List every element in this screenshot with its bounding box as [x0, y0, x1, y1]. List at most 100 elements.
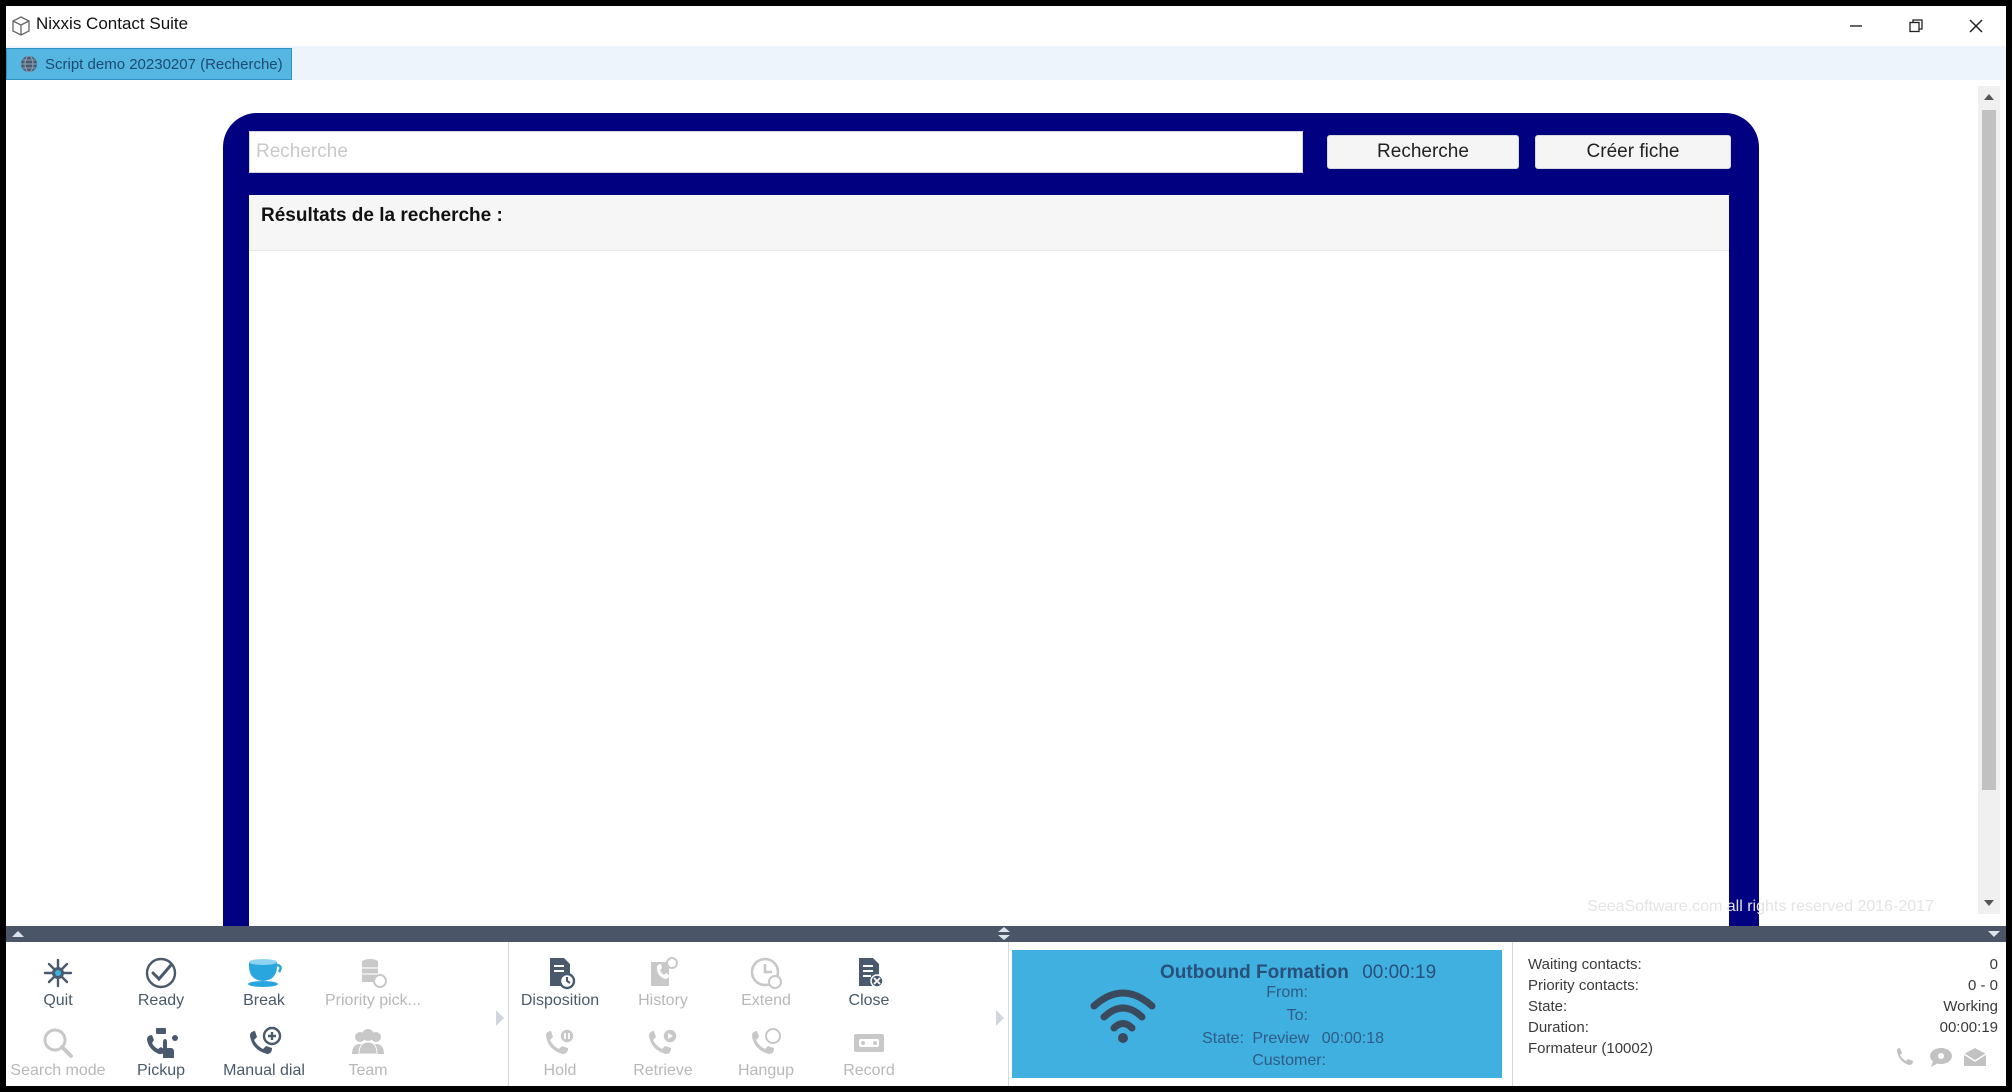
search-panel: Recherche Créer fiche Résultats de la re…	[223, 113, 1759, 943]
app-window: Nixxis Contact Suite Script demo 2023020…	[0, 0, 2012, 1092]
copyright-text: SeeaSoftware.com all rights reserved 201…	[1587, 898, 1934, 915]
manual-dial-icon	[250, 1026, 282, 1054]
close-window-button[interactable]	[1946, 10, 2006, 42]
priority-label: Priority contacts:	[1528, 977, 1639, 994]
agent-name: Formateur (10002)	[1528, 1040, 1654, 1057]
panel-splitter[interactable]	[6, 926, 2006, 942]
coffee-cup-icon	[248, 959, 282, 987]
splitter-down-arrow-icon[interactable]	[1988, 931, 2000, 937]
extend-clock-icon	[750, 957, 782, 989]
manual-dial-button[interactable]: Manual dial	[214, 1026, 314, 1086]
toolbar-separator	[1512, 942, 1513, 1086]
restore-button[interactable]	[1886, 10, 1946, 42]
quit-label: Quit	[43, 992, 73, 1009]
script-content: Recherche Créer fiche Résultats de la re…	[6, 80, 1978, 943]
customer-label: Customer:	[1252, 1052, 1326, 1069]
title-bar: Nixxis Contact Suite	[6, 6, 2006, 46]
pickup-icon	[147, 1028, 178, 1058]
media-icons	[1894, 1046, 1988, 1068]
call-state: State: Preview 00:00:18	[1202, 1030, 1384, 1048]
record-button[interactable]: Record	[819, 1026, 919, 1086]
state-row: State: Working	[1516, 998, 1998, 1019]
campaign-title: Outbound Formation 00:00:19	[1160, 962, 1436, 984]
mail-icon[interactable]	[1962, 1046, 1988, 1068]
hangup-button[interactable]: Hangup	[716, 1026, 816, 1086]
close-contact-button[interactable]: Close	[819, 956, 919, 1020]
break-button[interactable]: Break	[214, 956, 314, 1020]
search-button[interactable]: Recherche	[1327, 135, 1519, 169]
priority-value: 0 - 0	[1967, 977, 1998, 994]
extend-button[interactable]: Extend	[716, 956, 816, 1020]
scrollbar-thumb[interactable]	[1982, 110, 1996, 790]
campaign-name: Outbound Formation	[1160, 962, 1349, 983]
search-mode-label: Search mode	[10, 1062, 106, 1079]
scroll-up-arrow-icon[interactable]	[1984, 94, 1994, 100]
search-icon	[43, 1028, 73, 1058]
retrieve-phone-icon	[649, 1028, 678, 1054]
disposition-label: Disposition	[520, 992, 600, 1009]
quit-button[interactable]: Quit	[8, 956, 108, 1020]
priority-contacts-row: Priority contacts: 0 - 0	[1516, 977, 1998, 998]
retrieve-label: Retrieve	[633, 1062, 693, 1079]
hold-button[interactable]: Hold	[510, 1026, 610, 1086]
vertical-scrollbar[interactable]	[1978, 86, 2000, 914]
toolbar-expand-arrow-icon[interactable]	[996, 1010, 1004, 1026]
agent-state-value: Working	[1943, 998, 1998, 1015]
contact-info-panel[interactable]: Outbound Formation 00:00:19 From: To: St…	[1012, 950, 1502, 1078]
splitter-resize-down-icon[interactable]	[998, 935, 1010, 940]
extend-label: Extend	[741, 992, 791, 1009]
close-label: Close	[848, 992, 890, 1009]
hangup-label: Hangup	[737, 1062, 795, 1079]
splitter-up-arrow-icon[interactable]	[12, 931, 24, 937]
team-icon	[352, 1029, 384, 1055]
waiting-value: 0	[1989, 956, 1998, 973]
call-timer: 00:00:19	[1362, 962, 1437, 983]
manual-dial-label: Manual dial	[223, 1062, 305, 1079]
disposition-button[interactable]: Disposition	[510, 956, 610, 1020]
state-value: Preview	[1252, 1030, 1310, 1047]
search-input[interactable]	[249, 131, 1303, 173]
duration-value: 00:00:19	[1939, 1019, 1998, 1036]
team-button[interactable]: Team	[318, 1026, 418, 1086]
history-label: History	[638, 992, 688, 1009]
search-mode-button[interactable]: Search mode	[8, 1026, 108, 1086]
tab-label: Script demo 20230207 (Recherche)	[45, 55, 283, 73]
waiting-label: Waiting contacts:	[1528, 956, 1642, 973]
history-button[interactable]: History	[613, 956, 713, 1020]
waiting-contacts-row: Waiting contacts: 0	[1516, 956, 1998, 977]
state-timer: 00:00:18	[1321, 1030, 1384, 1047]
priority-pick-label: Priority pick...	[324, 992, 421, 1009]
wifi-signal-icon	[1090, 989, 1156, 1043]
ready-button[interactable]: Ready	[111, 956, 211, 1020]
splitter-resize-up-icon[interactable]	[998, 927, 1010, 932]
close-document-icon	[859, 958, 884, 988]
record-label: Record	[843, 1062, 895, 1079]
results-area: Résultats de la recherche :	[249, 195, 1729, 943]
priority-pick-button[interactable]: Priority pick...	[318, 956, 428, 1020]
priority-pick-icon	[362, 959, 387, 988]
from-label: From:	[1266, 984, 1308, 1001]
retrieve-button[interactable]: Retrieve	[613, 1026, 713, 1086]
create-record-button[interactable]: Créer fiche	[1535, 135, 1731, 169]
quit-icon	[43, 958, 73, 988]
chat-icon[interactable]	[1928, 1046, 1954, 1068]
globe-icon	[21, 55, 37, 73]
ready-label: Ready	[137, 992, 185, 1009]
break-label: Break	[243, 992, 285, 1009]
scroll-down-arrow-icon[interactable]	[1984, 900, 1994, 906]
toolbar-separator	[508, 942, 509, 1086]
ready-check-icon	[145, 957, 177, 989]
hold-label: Hold	[543, 1062, 577, 1079]
history-icon	[651, 957, 678, 986]
hold-phone-icon	[546, 1028, 575, 1054]
duration-row: Duration: 00:00:19	[1516, 1019, 1998, 1040]
pickup-button[interactable]: Pickup	[111, 1026, 211, 1086]
phone-icon[interactable]	[1894, 1046, 1920, 1068]
close-icon	[1969, 19, 1983, 33]
minimize-icon	[1850, 25, 1862, 27]
toolbar-expand-arrow-icon[interactable]	[496, 1010, 504, 1026]
hangup-phone-icon	[752, 1028, 781, 1054]
tab-script-demo[interactable]: Script demo 20230207 (Recherche)	[6, 48, 292, 80]
minimize-button[interactable]	[1826, 10, 1886, 42]
window-title: Nixxis Contact Suite	[36, 14, 189, 33]
